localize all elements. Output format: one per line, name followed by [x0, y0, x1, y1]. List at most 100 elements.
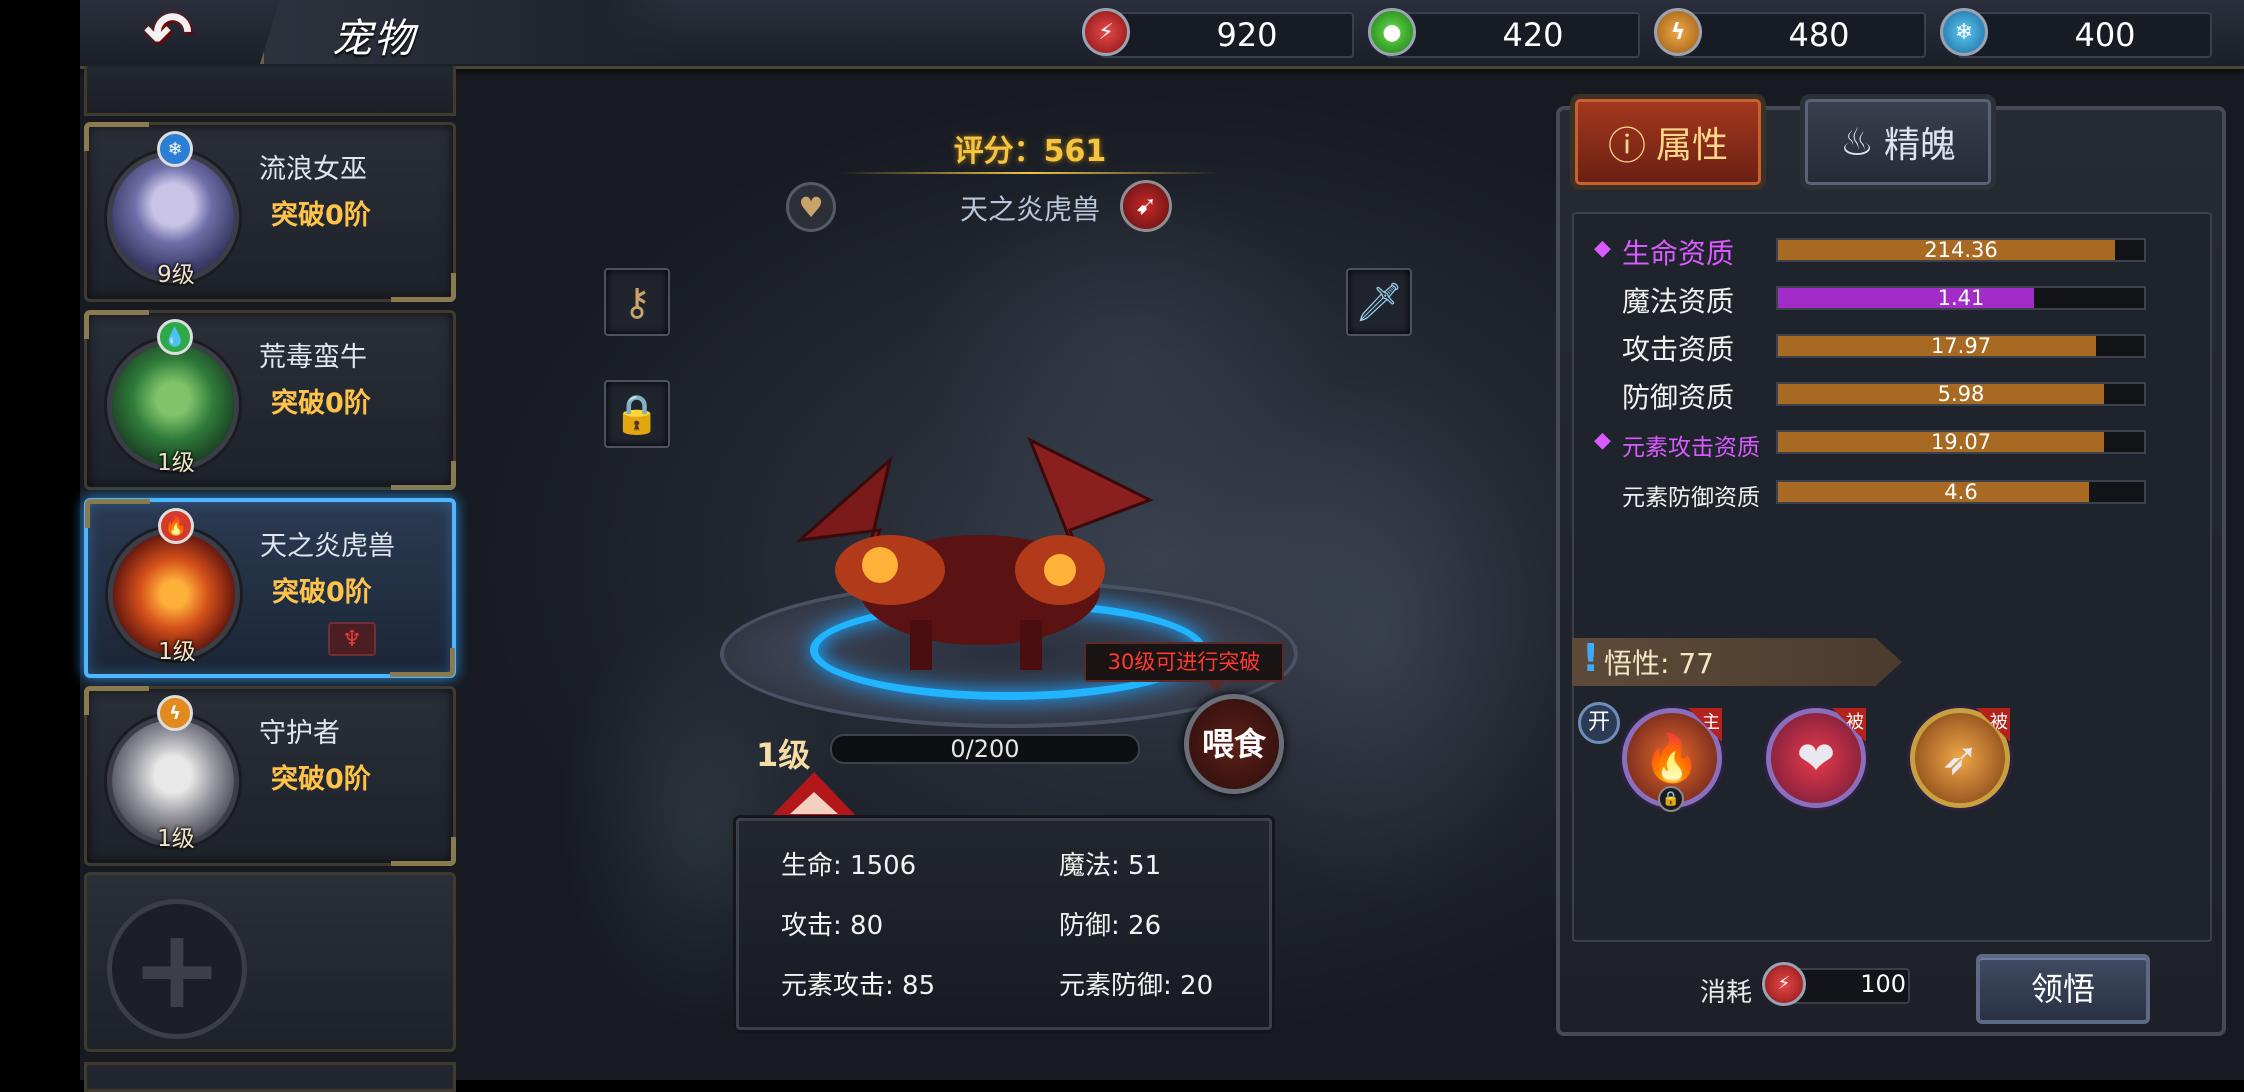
cost-label: 消耗: [1700, 978, 1753, 1008]
open-badge[interactable]: 开: [1578, 702, 1620, 744]
attribute-bar: 19.07: [1776, 430, 2146, 454]
key-icon[interactable]: ⚷: [604, 268, 670, 336]
expand-arrow-inner: [790, 792, 838, 814]
stat-element-attack: 元素攻击: 85: [781, 971, 936, 1001]
attribute-value: 214.36: [1924, 238, 1998, 262]
pet-card-selected[interactable]: 🔥 天之炎虎兽 突破0阶 1级 ♆: [84, 498, 456, 678]
comprehend-button[interactable]: 领悟: [1976, 954, 2150, 1024]
pet-level: 1级: [157, 826, 195, 852]
exp-bar: 0/200: [830, 734, 1140, 764]
pet-level: 1级: [157, 450, 195, 476]
exp-text: 0/200: [950, 735, 1020, 763]
attribute-row: 防御资质 5.98: [1574, 374, 2214, 414]
resource-snowflake-gem: ❄ 400: [1940, 8, 2212, 58]
attribute-bar: 5.98: [1776, 382, 2146, 406]
tab-label: 精魄: [1884, 125, 1957, 166]
attribute-value: 17.97: [1930, 334, 1992, 358]
demon-mask-icon: ♆: [328, 622, 376, 656]
resource-value: 400: [2074, 16, 2136, 54]
top-bar: ↶ 宠物 ⚡ 920 ● 420 ϟ 480 ❄ 400: [80, 0, 2244, 69]
score-divider: [840, 172, 1220, 174]
attribute-bar: 214.36: [1776, 238, 2146, 262]
tab-label: 属性: [1656, 125, 1729, 166]
pet-score: 评分：561: [953, 134, 1107, 169]
pet-card-partial[interactable]: [84, 1062, 456, 1092]
pet-level: 9级: [157, 262, 195, 288]
resource-green-gem: ● 420: [1368, 8, 1640, 58]
resource-lightning-gem: ϟ 480: [1654, 8, 1926, 58]
flame-outline-icon: ♨: [1839, 120, 1875, 164]
diamond-icon: ◆: [1594, 236, 1611, 261]
red-gem-icon: ⚡: [1082, 8, 1130, 56]
stat-attack: 攻击: 80: [781, 911, 884, 941]
tab-attributes[interactable]: ⓘ 属性: [1570, 94, 1766, 190]
lightning-icon: ϟ: [157, 695, 193, 731]
title-plate: [260, 0, 684, 64]
attribute-row: ◆ 元素攻击资质 19.07: [1574, 422, 2214, 462]
attribute-value: 1.41: [1937, 286, 1985, 310]
pet-card[interactable]: ϟ 守护者 突破0阶 1级: [84, 686, 456, 866]
plus-icon: +: [107, 899, 247, 1039]
attribute-value: 4.6: [1944, 480, 1978, 504]
snowflake-icon: ❄: [157, 131, 193, 167]
breakthrough-tooltip: 30级可进行突破: [1084, 642, 1284, 692]
attribute-row: 魔法资质 1.41: [1574, 278, 2214, 318]
snowflake-gem-icon: ❄: [1940, 8, 1988, 56]
attribute-value: 5.98: [1937, 382, 1985, 406]
attribute-row: 元素防御资质 4.6: [1574, 472, 2214, 512]
attribute-bar: 17.97: [1776, 334, 2146, 358]
fire-feather-icon[interactable]: ➹: [1120, 180, 1172, 232]
lock-icon[interactable]: 🔒: [604, 380, 670, 448]
attribute-row: ◆ 生命资质 214.36: [1574, 230, 2214, 270]
info-icon: ⓘ: [1607, 123, 1646, 168]
lightning-gem-icon: ϟ: [1654, 8, 1702, 56]
sword-icon[interactable]: 🗡: [1346, 268, 1412, 336]
pet-card[interactable]: 💧 荒毒蛮牛 突破0阶 1级: [84, 310, 456, 490]
pet-breakthrough: 突破0阶: [272, 577, 372, 608]
attribute-name: 防御资质: [1622, 381, 1735, 414]
diamond-icon: ◆: [1594, 428, 1611, 453]
resource-value: 920: [1216, 16, 1278, 54]
exclamation-icon: !: [1582, 636, 1600, 680]
tab-spirit[interactable]: ♨ 精魄: [1800, 94, 1996, 190]
green-gem-icon: ●: [1368, 8, 1416, 56]
stat-mp: 魔法: 51: [1059, 851, 1162, 881]
resource-value: 480: [1788, 16, 1850, 54]
back-arrow-icon[interactable]: ↶: [120, 0, 216, 67]
attribute-bar: 1.41: [1776, 286, 2146, 310]
feed-button[interactable]: 喂食: [1184, 694, 1284, 794]
cost-value: 100: [1860, 970, 1906, 998]
attribute-bar: 4.6: [1776, 480, 2146, 504]
pet-name: 守护者: [259, 718, 340, 749]
pet-level: 1级: [158, 639, 196, 665]
droplet-icon: 💧: [157, 319, 193, 355]
attribute-name: 生命资质: [1622, 237, 1735, 270]
pet-name: 流浪女巫: [259, 154, 367, 185]
wisdom-value: 悟性: 77: [1604, 647, 1714, 680]
stats-panel: 生命: 1506 魔法: 51 攻击: 80 防御: 26 元素攻击: 85 元…: [736, 818, 1272, 1030]
heart-icon[interactable]: ♥: [786, 182, 836, 232]
stat-element-defense: 元素防御: 20: [1059, 971, 1214, 1001]
resource-value: 420: [1502, 16, 1564, 54]
pet-breakthrough: 突破0阶: [271, 200, 371, 231]
attribute-row: 攻击资质 17.97: [1574, 326, 2214, 366]
attribute-list: ◆ 生命资质 214.36 魔法资质 1.41 攻击资质 17.97 防御资质 …: [1572, 212, 2212, 942]
pet-breakthrough: 突破0阶: [271, 764, 371, 795]
attribute-value: 19.07: [1930, 430, 1992, 454]
pet-card-partial[interactable]: [84, 66, 456, 116]
pet-card[interactable]: ❄ 流浪女巫 突破0阶 9级: [84, 122, 456, 302]
attribute-name: 元素攻击资质: [1622, 435, 1760, 461]
red-gem-icon: ⚡: [1762, 962, 1806, 1006]
lock-icon: 🔒: [1658, 786, 1684, 812]
resource-red-gem: ⚡ 920: [1082, 8, 1354, 58]
attribute-name: 元素防御资质: [1622, 485, 1760, 511]
pet-name: 荒毒蛮牛: [259, 342, 367, 373]
attribute-name: 攻击资质: [1622, 333, 1735, 366]
add-pet-slot[interactable]: +: [84, 872, 456, 1052]
stat-defense: 防御: 26: [1059, 911, 1162, 941]
stat-hp: 生命: 1506: [781, 851, 917, 881]
pet-level-label: 1级: [756, 736, 811, 774]
pet-model: [795, 436, 1154, 670]
attribute-name: 魔法资质: [1622, 285, 1735, 318]
pet-breakthrough: 突破0阶: [271, 388, 371, 419]
